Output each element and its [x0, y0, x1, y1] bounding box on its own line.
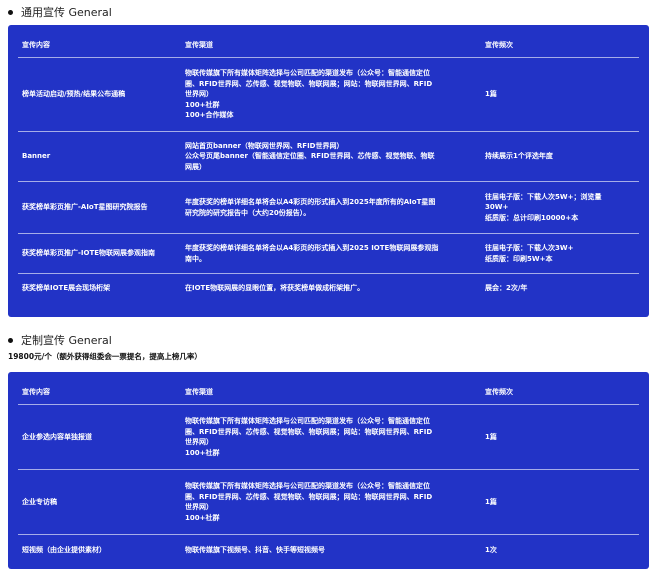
cell-content: Banner: [18, 131, 181, 182]
table-row: 企业参选内容单独报道 物联传媒旗下所有媒体矩阵选择与公司匹配的渠道发布（公众号：智…: [18, 404, 639, 470]
channel-line: 研究院的研究报告中（大约20份报告）。: [185, 208, 311, 217]
section-title-text: 通用宣传 General: [21, 6, 112, 19]
section-title-general: 通用宣传 General: [8, 4, 112, 20]
cell-frequency: 1篇: [481, 469, 639, 535]
frequency-line: 往届电子版：下载人次3W+: [485, 244, 574, 252]
header-channel: 宣传渠道: [185, 40, 213, 49]
table-row: 企业专访稿 物联传媒旗下所有媒体矩阵选择与公司匹配的渠道发布（公众号：智能通信定位…: [18, 469, 639, 535]
custom-promotion-table-panel: 宣传内容 宣传渠道 宣传频次 企业参选内容单独报道 物联传媒旗下所有媒体矩阵选择与…: [8, 372, 649, 569]
frequency-line: 持续展示1个评选年度: [485, 152, 553, 161]
cell-frequency: 1次: [481, 534, 639, 565]
bullet-icon: [8, 337, 13, 343]
channel-line: 公众号页尾banner（智能通信定位圈、RFID世界网、芯传感、视觉物联、物联: [185, 152, 435, 161]
cell-channel: 物联传媒旗下所有媒体矩阵选择与公司匹配的渠道发布（公众号：智能通信定位 圈、RFI…: [181, 404, 481, 470]
cell-frequency: 1篇: [481, 57, 639, 132]
cell-content: 获奖榜单彩页推广-IOTE物联网展参观指南: [18, 233, 181, 274]
table-header-row: 宣传内容 宣传渠道 宣传频次: [18, 33, 639, 58]
channel-line: 年度获奖的榜单详细名单将会以A4彩页的形式插入到2025年度所有的AIoT星图: [185, 198, 436, 206]
table-row: 获奖榜单彩页推广-AIoT星图研究院报告 年度获奖的榜单详细名单将会以A4彩页的形…: [18, 181, 639, 234]
frequency-line: 往届电子版：下载人次5W+；浏览量: [485, 192, 602, 201]
channel-line: 物联传媒旗下所有媒体矩阵选择与公司匹配的渠道发布（公众号：智能通信定位: [185, 482, 430, 490]
channel-line: 100+社群: [185, 100, 220, 109]
custom-promotion-table: 宣传内容 宣传渠道 宣传频次 企业参选内容单独报道 物联传媒旗下所有媒体矩阵选择与…: [18, 380, 639, 565]
table-row: 榜单活动启动/预热/结果公布通稿 物联传媒旗下所有媒体矩阵选择与公司匹配的渠道发布…: [18, 57, 639, 132]
channel-line: 物联传媒旗下所有媒体矩阵选择与公司匹配的渠道发布（公众号：智能通信定位: [185, 69, 430, 78]
general-promotion-table: 宣传内容 宣传渠道 宣传频次 榜单活动启动/预热/结果公布通稿 物联传媒旗下所有媒…: [18, 33, 639, 302]
channel-line: 圈、RFID世界网、芯传感、视觉物联、物联网展；网站：物联网世界网、RFID: [185, 79, 433, 88]
header-frequency: 宣传频次: [485, 387, 513, 396]
channel-line: 100+合作媒体: [185, 111, 234, 120]
cell-content: 企业参选内容单独报道: [18, 404, 181, 470]
cell-channel: 年度获奖的榜单详细名单将会以A4彩页的形式插入到2025 IOTE物联网展参观指…: [181, 233, 481, 274]
channel-line: 网站首页banner（物联网世界网、RFID世界网）: [185, 141, 344, 150]
frequency-line: 纸质版：印刷5W+本: [485, 254, 553, 263]
cell-content: 短视频（由企业提供素材）: [18, 534, 181, 565]
custom-price-note: 19800元/个（额外获得组委会一票提名，提高上榜几率）: [8, 352, 202, 361]
cell-frequency: 往届电子版：下载人次3W+ 纸质版：印刷5W+本: [481, 233, 639, 274]
cell-channel: 年度获奖的榜单详细名单将会以A4彩页的形式插入到2025年度所有的AIoT星图研…: [181, 181, 481, 234]
cell-channel: 物联传媒旗下所有媒体矩阵选择与公司匹配的渠道发布（公众号：智能通信定位 圈、RFI…: [181, 57, 481, 132]
cell-frequency: 展会：2次/年: [481, 273, 639, 302]
frequency-line: 1篇: [485, 497, 497, 506]
channel-line: 网展）: [185, 162, 206, 171]
table-row: 短视频（由企业提供素材） 物联传媒旗下视频号、抖音、快手等短视频号 1次: [18, 534, 639, 565]
cell-channel: 物联传媒旗下视频号、抖音、快手等短视频号: [181, 534, 481, 565]
header-channel: 宣传渠道: [185, 387, 213, 396]
channel-line: 圈、RFID世界网、芯传感、视觉物联、物联网展；网站：物联网世界网、RFID: [185, 492, 433, 501]
cell-frequency: 1篇: [481, 404, 639, 470]
cell-content: 榜单活动启动/预热/结果公布通稿: [18, 57, 181, 132]
frequency-line: 1篇: [485, 90, 497, 99]
channel-line: 100+社群: [185, 448, 220, 457]
cell-frequency: 往届电子版：下载人次5W+；浏览量 30W+ 纸质版：总计印刷10000+本: [481, 181, 639, 234]
channel-line: 南中。: [185, 254, 206, 263]
channel-line: 在IOTE物联网展的显眼位置，将获奖榜单做成桁架推广。: [185, 283, 365, 292]
cell-channel: 在IOTE物联网展的显眼位置，将获奖榜单做成桁架推广。: [181, 273, 481, 302]
cell-channel: 物联传媒旗下所有媒体矩阵选择与公司匹配的渠道发布（公众号：智能通信定位 圈、RFI…: [181, 469, 481, 535]
channel-line: 世界网）: [185, 438, 213, 446]
frequency-line: 展会：2次/年: [485, 283, 528, 292]
cell-content: 获奖榜单IOTE展会现场桁架: [18, 273, 181, 302]
section-title-custom: 定制宣传 General: [8, 332, 112, 348]
frequency-line: 纸质版：总计印刷10000+本: [485, 213, 579, 222]
section-title-text: 定制宣传 General: [21, 334, 112, 347]
header-content: 宣传内容: [22, 40, 50, 49]
cell-frequency: 持续展示1个评选年度: [481, 131, 639, 182]
channel-line: 100+社群: [185, 513, 220, 522]
table-row: 获奖榜单彩页推广-IOTE物联网展参观指南 年度获奖的榜单详细名单将会以A4彩页的…: [18, 233, 639, 274]
frequency-line: 30W+: [485, 203, 509, 212]
cell-channel: 网站首页banner（物联网世界网、RFID世界网） 公众号页尾banner（智能…: [181, 131, 481, 182]
channel-line: 物联传媒旗下所有媒体矩阵选择与公司匹配的渠道发布（公众号：智能通信定位: [185, 417, 430, 425]
header-content: 宣传内容: [22, 387, 50, 396]
frequency-line: 1次: [485, 545, 497, 554]
table-row: 获奖榜单IOTE展会现场桁架 在IOTE物联网展的显眼位置，将获奖榜单做成桁架推广…: [18, 273, 639, 302]
table-header-row: 宣传内容 宣传渠道 宣传频次: [18, 380, 639, 405]
cell-content: 企业专访稿: [18, 469, 181, 535]
channel-line: 年度获奖的榜单详细名单将会以A4彩页的形式插入到2025 IOTE物联网展参观指: [185, 244, 439, 252]
channel-line: 物联传媒旗下视频号、抖音、快手等短视频号: [185, 545, 325, 554]
frequency-line: 1篇: [485, 432, 497, 441]
cell-content: 获奖榜单彩页推广-AIoT星图研究院报告: [18, 181, 181, 234]
header-frequency: 宣传频次: [485, 40, 513, 49]
table-row: Banner 网站首页banner（物联网世界网、RFID世界网） 公众号页尾ban…: [18, 131, 639, 182]
channel-line: 圈、RFID世界网、芯传感、视觉物联、物联网展；网站：物联网世界网、RFID: [185, 427, 433, 436]
channel-line: 世界网）: [185, 503, 213, 511]
general-promotion-table-panel: 宣传内容 宣传渠道 宣传频次 榜单活动启动/预热/结果公布通稿 物联传媒旗下所有媒…: [8, 25, 649, 317]
channel-line: 世界网）: [185, 90, 213, 99]
bullet-icon: [8, 9, 13, 15]
